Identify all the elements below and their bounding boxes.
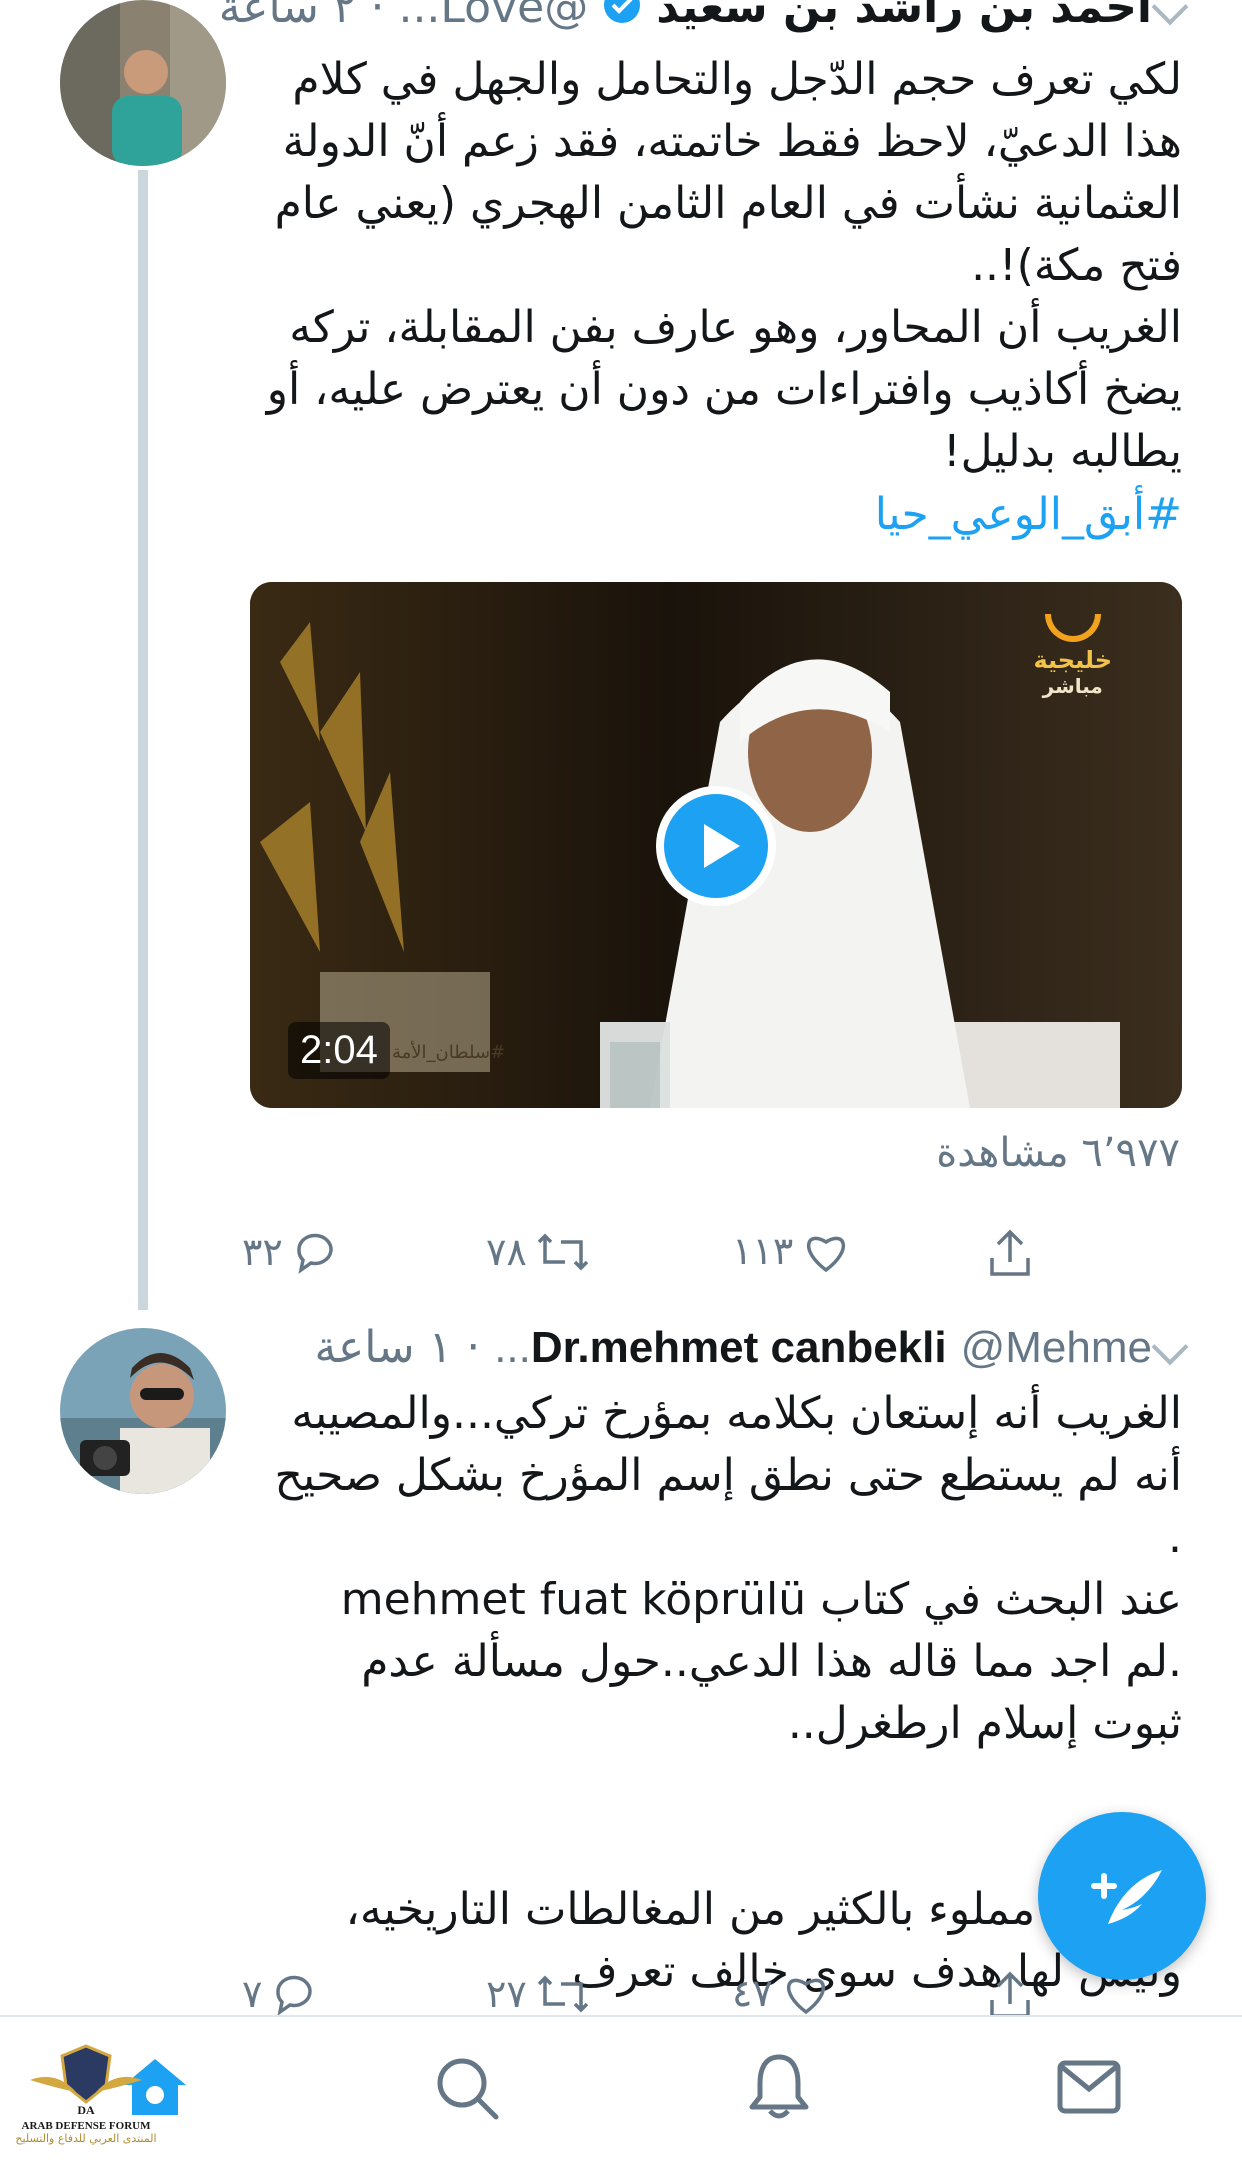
tweet1-hashtag[interactable]: #أبق_الوعي_حيا xyxy=(240,484,1182,546)
tweet2-like-button[interactable]: ٤٧ xyxy=(732,1970,831,2016)
tweet2-like-count: ٤٧ xyxy=(732,1971,773,2015)
compose-tweet-button[interactable] xyxy=(1038,1812,1206,1980)
like-icon xyxy=(807,1236,846,1273)
nav-notifications[interactable] xyxy=(746,2051,812,2125)
share-icon xyxy=(990,1229,1030,1276)
like-icon xyxy=(786,1978,825,2015)
tweet2-menu-chevron-icon[interactable] xyxy=(1151,1328,1189,1366)
channel-logo: خليجية مباشر xyxy=(1033,614,1112,698)
tweet2-time: ١ ساعة xyxy=(314,1322,453,1373)
forum-logo-icon: DA xyxy=(30,2044,142,2117)
tweet1-handle[interactable]: @Love... xyxy=(398,0,588,33)
nav-search[interactable] xyxy=(434,2055,500,2125)
share-icon xyxy=(990,1971,1030,2018)
video-caption: #سلطان_الأمة xyxy=(392,1042,506,1063)
tweet1-reply-count: ٣٢ xyxy=(242,1230,283,1274)
tweet1-author-name[interactable]: أحمد بن راشد بن سعيد xyxy=(656,0,1152,33)
tweet2-retweet-count: ٢٧ xyxy=(486,1972,527,2016)
forum-name-ar: المنتدى العربي للدفاع والتسليح xyxy=(15,2132,157,2145)
tweet1-retweet-button[interactable]: ٧٨ xyxy=(486,1228,591,1276)
tweet1-video[interactable]: خليجية مباشر #سلطان_الأمة 2:04 xyxy=(250,582,1182,1108)
tweet1-share-button[interactable] xyxy=(986,1228,1034,1278)
svg-text:DA: DA xyxy=(77,2103,95,2117)
play-button[interactable] xyxy=(656,786,776,906)
retweet-icon xyxy=(537,1233,589,1271)
forum-watermark: DA ARAB DEFENSE FORUM المنتدى العربي للد… xyxy=(6,2040,166,2145)
verified-icon xyxy=(602,0,642,36)
tweet2-author-name[interactable]: Dr.mehmet canbekli xyxy=(531,1323,947,1372)
reply-icon xyxy=(276,1975,313,2016)
tweet2-retweet-button[interactable]: ٢٧ xyxy=(486,1970,591,2018)
tweet2-header: Dr.mehmet canbekli @Mehme... · ١ ساعة xyxy=(314,1322,1152,1373)
channel-logo-line2: مباشر xyxy=(1042,674,1103,698)
tweet1-header: أحمد بن راشد بن سعيد @Love... · ٢ ساعة xyxy=(219,0,1152,36)
tweet2-reply-button[interactable]: ٧ xyxy=(242,1970,318,2018)
tweet1-reply-button[interactable]: ٣٢ xyxy=(242,1228,339,1276)
tweet1-like-button[interactable]: ١١٣ xyxy=(732,1228,851,1274)
tweet1-text: لكي تعرف حجم الدّجل والتحامل والجهل في ك… xyxy=(266,54,1182,477)
tweet1-like-count: ١١٣ xyxy=(732,1229,794,1273)
play-icon xyxy=(664,794,768,898)
tweet2-avatar[interactable] xyxy=(60,1328,226,1494)
avatar-image xyxy=(60,1328,226,1494)
forum-name-en: ARAB DEFENSE FORUM xyxy=(21,2120,151,2132)
tweet1-avatar[interactable] xyxy=(60,0,226,166)
notifications-icon xyxy=(749,2054,809,2119)
video-duration: 2:04 xyxy=(288,1022,390,1079)
thread-line xyxy=(138,170,148,1310)
reply-icon xyxy=(297,1233,333,1274)
channel-logo-line1: خليجية xyxy=(1033,646,1112,674)
channel-logo-icon xyxy=(1044,614,1101,642)
avatar-image xyxy=(60,0,226,166)
tweet2-share-button[interactable] xyxy=(986,1970,1034,2020)
tweet1-time: ٢ ساعة xyxy=(218,0,357,33)
tweet1-views: ٦٬٩٧٧ مشاهدة xyxy=(936,1130,1180,1176)
tweet2-reply-count: ٧ xyxy=(242,1972,263,2016)
tweet1-retweet-count: ٧٨ xyxy=(486,1230,527,1274)
retweet-icon xyxy=(537,1975,589,2013)
compose-icon xyxy=(1091,1870,1162,1924)
tweet1-menu-chevron-icon[interactable] xyxy=(1151,0,1189,26)
nav-messages[interactable] xyxy=(1056,2059,1122,2119)
bottom-nav xyxy=(0,2015,1242,2166)
messages-icon xyxy=(1057,2060,1121,2114)
search-icon xyxy=(437,2058,499,2120)
